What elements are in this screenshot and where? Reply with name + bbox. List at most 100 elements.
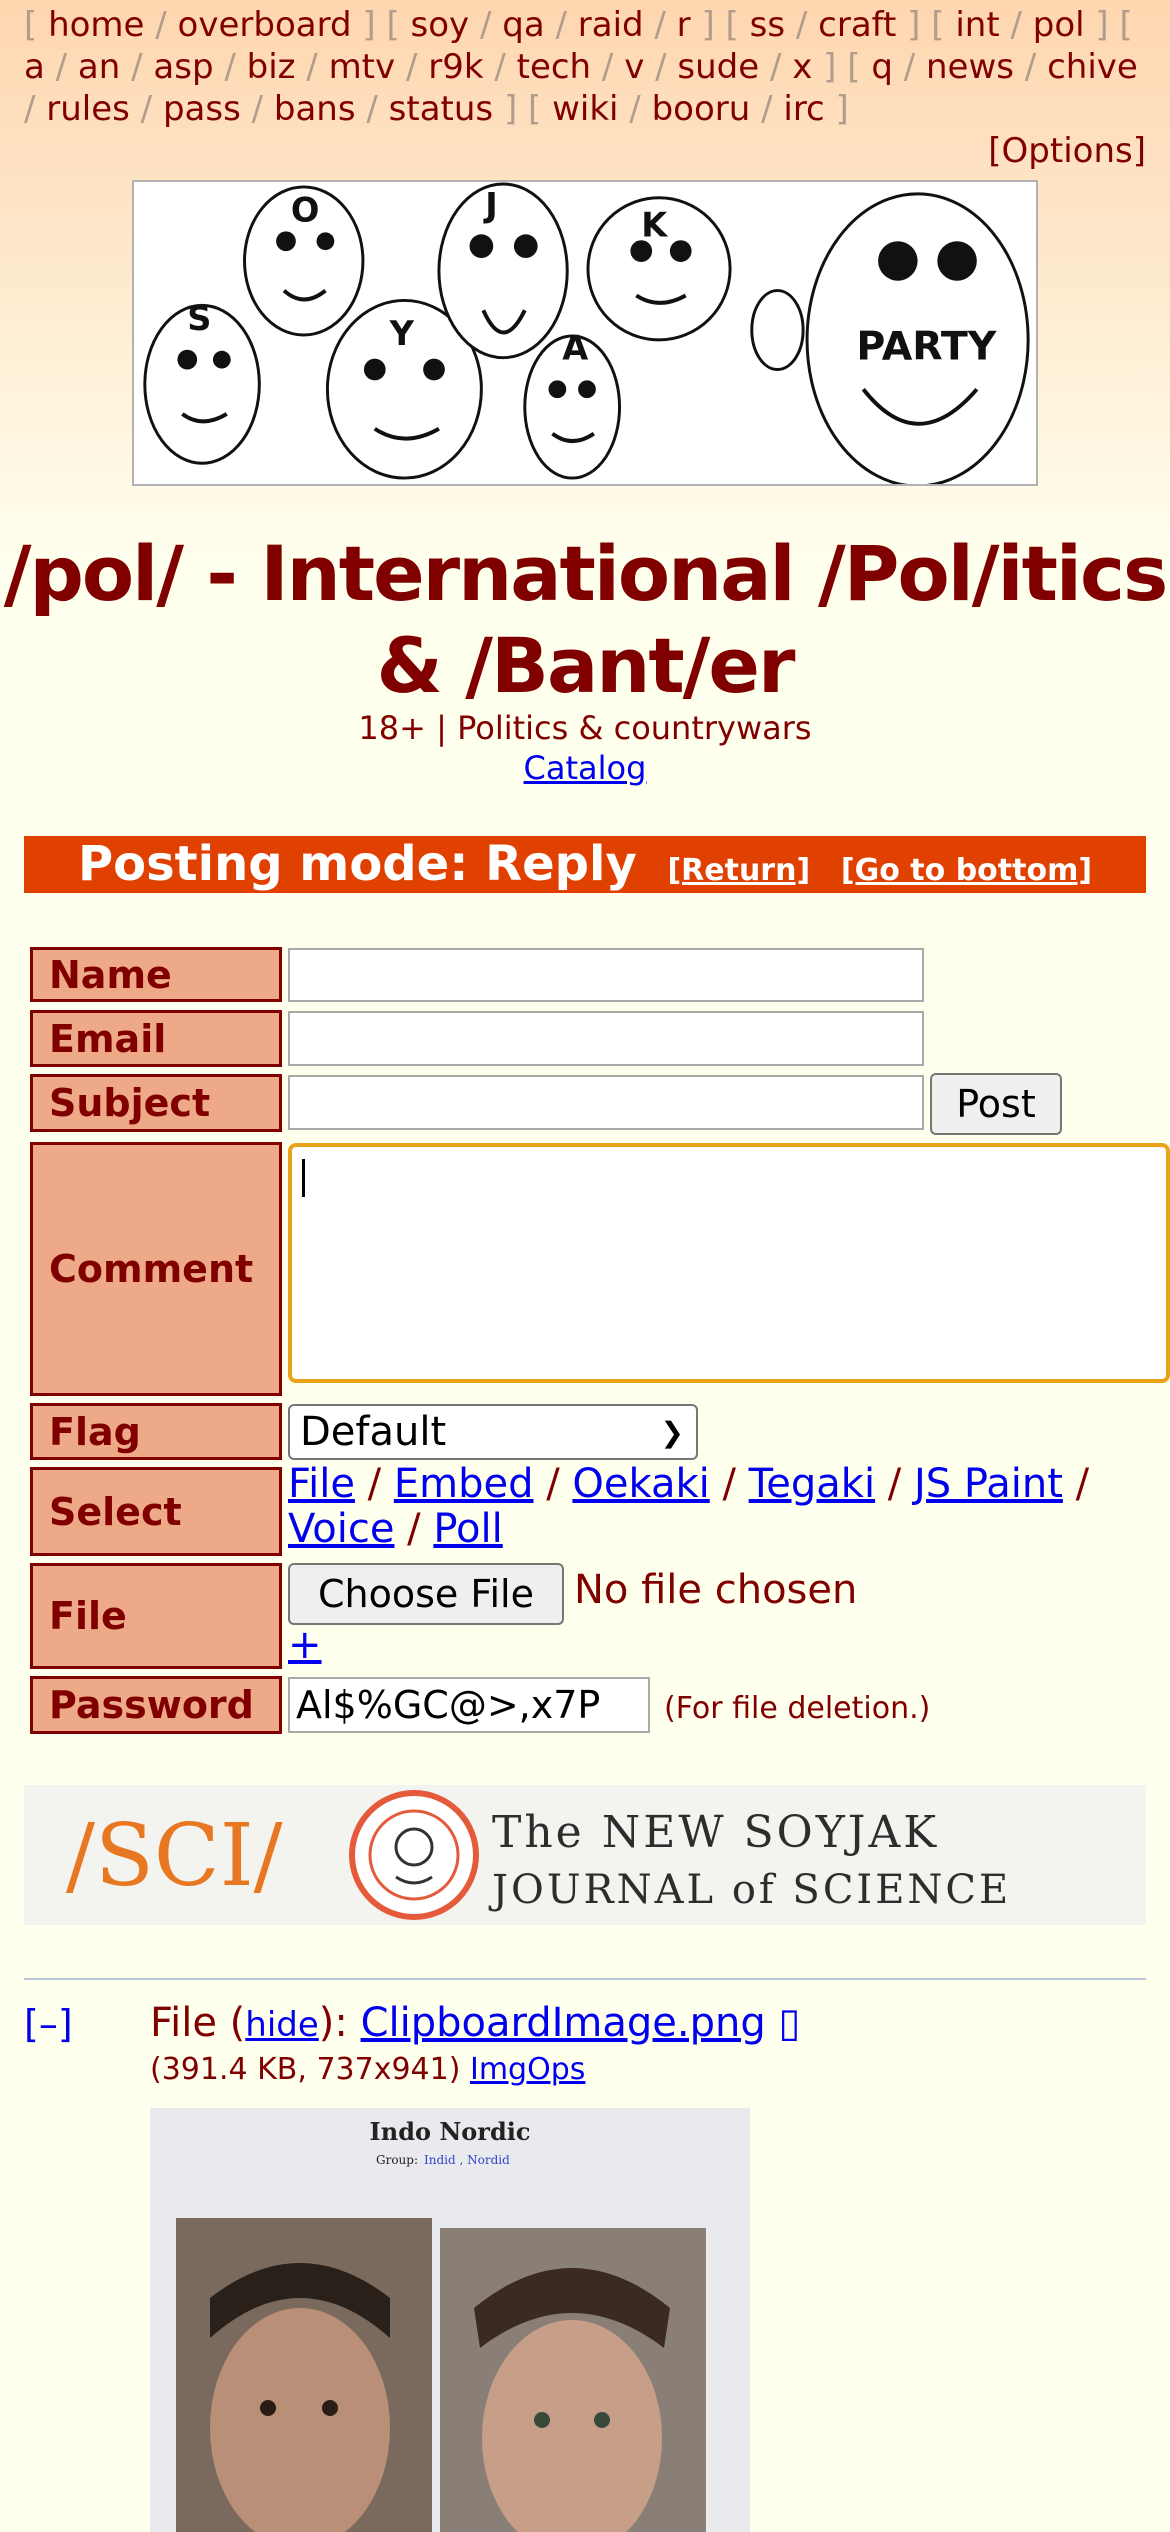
- board-link-int[interactable]: int: [955, 5, 999, 45]
- subject-label: Subject: [30, 1074, 282, 1132]
- select-option-oekaki[interactable]: Oekaki: [572, 1461, 709, 1507]
- separator: /: [483, 47, 517, 87]
- separator: /: [44, 47, 78, 87]
- separator: /: [394, 1506, 434, 1552]
- board-link-mtv[interactable]: mtv: [329, 47, 396, 87]
- options-link[interactable]: [Options]: [24, 130, 1146, 172]
- return-link[interactable]: [Return]: [667, 853, 810, 888]
- board-link-rules[interactable]: rules: [46, 89, 130, 129]
- catalog-link-wrap: Catalog: [0, 748, 1170, 788]
- subject-input[interactable]: [288, 1075, 924, 1130]
- board-subtitle: 18+ | Politics & countrywars: [358, 709, 812, 747]
- board-link-chive[interactable]: chive: [1047, 47, 1138, 87]
- bracket-open: [: [1119, 5, 1133, 45]
- separator: /: [213, 47, 247, 87]
- bracket-open: [: [386, 5, 411, 45]
- board-link-a[interactable]: a: [24, 47, 45, 87]
- separator: /: [1062, 1461, 1090, 1507]
- imgops-link[interactable]: ImgOps: [470, 2052, 585, 2087]
- select-option-poll[interactable]: Poll: [433, 1506, 502, 1552]
- chevron-down-icon: ❯: [660, 1416, 684, 1449]
- thumbnail-group-prefix: Group:: [376, 2153, 418, 2167]
- select-option-file[interactable]: File: [288, 1461, 355, 1507]
- download-icon[interactable]: ▯: [778, 2000, 800, 2046]
- board-link-tech[interactable]: tech: [517, 47, 592, 87]
- select-option-embed[interactable]: Embed: [394, 1461, 534, 1507]
- board-link-wiki[interactable]: wiki: [552, 89, 618, 129]
- file-prefix: File (: [150, 2000, 246, 2046]
- board-link-irc[interactable]: irc: [783, 89, 824, 129]
- separator: /: [591, 47, 625, 87]
- post-button[interactable]: Post: [930, 1073, 1062, 1135]
- bracket-close: ]: [351, 5, 387, 45]
- board-link-overboard[interactable]: overboard: [178, 5, 352, 45]
- select-option-js-paint[interactable]: JS Paint: [914, 1461, 1063, 1507]
- separator: /: [240, 89, 274, 129]
- board-link-booru[interactable]: booru: [652, 89, 751, 129]
- separator: /: [295, 47, 329, 87]
- separator: /: [875, 1461, 914, 1507]
- board-link-pol[interactable]: pol: [1033, 5, 1085, 45]
- separator: /: [469, 5, 503, 45]
- bracket-open: [: [528, 89, 553, 129]
- separator: /: [144, 5, 178, 45]
- separator: /: [643, 5, 677, 45]
- banner-letter-o: O: [291, 190, 320, 229]
- board-link-biz[interactable]: biz: [247, 47, 296, 87]
- filename-link[interactable]: ClipboardImage.png: [361, 2000, 766, 2046]
- attachment-type-links: File / Embed / Oekaki / Tegaki / JS Pain…: [288, 1462, 1148, 1552]
- board-link-home[interactable]: home: [48, 5, 144, 45]
- board-link-raid[interactable]: raid: [578, 5, 644, 45]
- select-option-tegaki[interactable]: Tegaki: [749, 1461, 875, 1507]
- banner-image[interactable]: S O Y J A K PARTY: [132, 180, 1038, 486]
- banner-letter-s: S: [187, 299, 211, 338]
- board-link-q[interactable]: q: [871, 47, 893, 87]
- flag-select[interactable]: Default ❯: [288, 1404, 698, 1460]
- collapse-post-button[interactable]: [–]: [24, 2002, 73, 2046]
- divider: [24, 1978, 1146, 1980]
- separator: /: [892, 47, 926, 87]
- select-label: Select: [30, 1467, 282, 1556]
- file-thumbnail[interactable]: Indo Nordic Group: Indid , Nordid: [150, 2108, 750, 2532]
- board-link-news[interactable]: news: [926, 47, 1014, 87]
- bracket-open: [: [24, 5, 49, 45]
- select-option-voice[interactable]: Voice: [288, 1506, 394, 1552]
- board-link-an[interactable]: an: [78, 47, 120, 87]
- banner-letter-k: K: [641, 205, 669, 244]
- password-input[interactable]: Al$%GC@>,x7P: [288, 1677, 650, 1733]
- board-link-asp[interactable]: asp: [153, 47, 213, 87]
- board-link-r9k[interactable]: r9k: [428, 47, 483, 87]
- board-link-status[interactable]: status: [389, 89, 493, 129]
- board-link-craft[interactable]: craft: [818, 5, 896, 45]
- choose-file-button[interactable]: Choose File: [288, 1563, 564, 1625]
- file-size-dimensions: (391.4 KB, 737x941): [150, 2052, 461, 2087]
- separator: /: [120, 47, 154, 87]
- name-input[interactable]: [288, 948, 924, 1002]
- soyjak-banner-drawing: S O Y J A K PARTY: [143, 182, 1030, 484]
- board-link-soy[interactable]: soy: [411, 5, 470, 45]
- board-link-ss[interactable]: ss: [750, 5, 785, 45]
- catalog-link[interactable]: Catalog: [524, 749, 647, 787]
- board-link-sude[interactable]: sude: [677, 47, 759, 87]
- board-link-r[interactable]: r: [677, 5, 691, 45]
- separator: /: [544, 5, 578, 45]
- hide-file-link[interactable]: hide: [245, 2005, 319, 2045]
- comment-textarea[interactable]: [288, 1143, 1170, 1383]
- separator: /: [709, 1461, 749, 1507]
- board-link-qa[interactable]: qa: [502, 5, 544, 45]
- banner-party-text: PARTY: [856, 324, 996, 370]
- board-link-bans[interactable]: bans: [274, 89, 356, 129]
- separator: /: [129, 89, 163, 129]
- ad-line2: JOURNAL of SCIENCE: [488, 1867, 1011, 1913]
- board-link-x[interactable]: x: [792, 47, 812, 87]
- name-label: Name: [30, 947, 282, 1002]
- add-file-link[interactable]: +: [288, 1622, 322, 1668]
- password-note: (For file deletion.): [664, 1691, 931, 1726]
- separator: /: [750, 89, 784, 129]
- sci-ad-banner[interactable]: /SCI/ The NEW SOYJAK JOURNAL of SCIENCE: [24, 1785, 1146, 1925]
- email-input[interactable]: [288, 1011, 924, 1066]
- ad-line1: The NEW SOYJAK: [492, 1807, 939, 1858]
- board-link-pass[interactable]: pass: [163, 89, 241, 129]
- board-link-v[interactable]: v: [624, 47, 644, 87]
- go-to-bottom-link[interactable]: [Go to bottom]: [841, 853, 1092, 888]
